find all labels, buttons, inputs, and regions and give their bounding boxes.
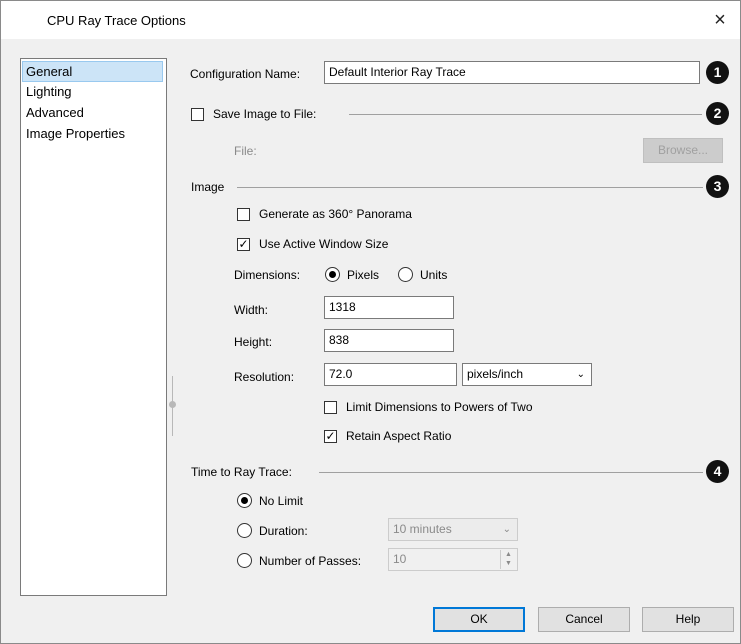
- chevron-down-icon: ⌄: [576, 369, 585, 380]
- powers-of-two-label: Limit Dimensions to Powers of Two: [346, 400, 533, 414]
- passes-input[interactable]: 10 ▲ ▼: [388, 548, 518, 571]
- duration-select[interactable]: 10 minutes ⌄: [388, 518, 518, 541]
- callout-badge-1: 1: [706, 61, 729, 84]
- height-label: Height:: [234, 335, 273, 349]
- resolution-input[interactable]: 72.0: [324, 363, 457, 386]
- chevron-down-icon: ⌄: [502, 524, 511, 535]
- category-list: General Lighting Advanced Image Properti…: [20, 58, 167, 596]
- aspect-ratio-label: Retain Aspect Ratio: [346, 429, 452, 443]
- callout-badge-3: 3: [706, 175, 729, 198]
- checkmark-icon: ✓: [238, 237, 249, 251]
- ok-button[interactable]: OK: [433, 607, 525, 632]
- image-section-heading: Image: [191, 180, 225, 194]
- save-image-checkbox[interactable]: [191, 108, 204, 121]
- units-radio[interactable]: [398, 267, 413, 282]
- help-button[interactable]: Help: [642, 607, 734, 632]
- units-label: Units: [420, 268, 448, 282]
- time-section-heading: Time to Ray Trace:: [191, 465, 292, 479]
- duration-label: Duration:: [259, 524, 308, 538]
- callout-badge-2: 2: [706, 102, 729, 125]
- file-label: File:: [234, 144, 257, 158]
- resolution-label: Resolution:: [234, 370, 295, 384]
- width-input[interactable]: 1318: [324, 296, 454, 319]
- image-divider: [237, 187, 703, 188]
- spin-up-icon[interactable]: ▲: [501, 550, 516, 559]
- duration-radio[interactable]: [237, 523, 252, 538]
- callout-badge-4: 4: [706, 460, 729, 483]
- dialog-window: CPU Ray Trace Options × General Lighting…: [0, 0, 741, 644]
- no-limit-radio[interactable]: [237, 493, 252, 508]
- panorama-checkbox[interactable]: [237, 208, 250, 221]
- resolution-unit-value: pixels/inch: [467, 367, 524, 381]
- pixels-radio[interactable]: [325, 267, 340, 282]
- active-window-label: Use Active Window Size: [259, 237, 389, 251]
- browse-button[interactable]: Browse...: [643, 138, 723, 163]
- config-name-input[interactable]: Default Interior Ray Trace: [324, 61, 700, 84]
- dimensions-label: Dimensions:: [234, 268, 301, 282]
- dialog-title: CPU Ray Trace Options: [47, 13, 186, 28]
- sidebar-item-lighting[interactable]: Lighting: [23, 82, 162, 101]
- no-limit-label: No Limit: [259, 494, 304, 508]
- height-input[interactable]: 838: [324, 329, 454, 352]
- duration-value: 10 minutes: [393, 522, 452, 536]
- sidebar-item-advanced[interactable]: Advanced: [23, 103, 162, 122]
- config-name-label: Configuration Name:: [190, 67, 301, 81]
- save-divider: [349, 114, 702, 115]
- spin-down-icon[interactable]: ▼: [501, 559, 516, 568]
- cancel-button[interactable]: Cancel: [538, 607, 630, 632]
- aspect-ratio-checkbox[interactable]: ✓: [324, 430, 337, 443]
- passes-radio[interactable]: [237, 553, 252, 568]
- sidebar-item-image-properties[interactable]: Image Properties: [23, 124, 162, 143]
- panorama-label: Generate as 360° Panorama: [259, 207, 412, 221]
- active-window-checkbox[interactable]: ✓: [237, 238, 250, 251]
- pixels-label: Pixels: [347, 268, 380, 282]
- close-icon[interactable]: ×: [707, 7, 733, 33]
- passes-spinner[interactable]: ▲ ▼: [500, 550, 516, 569]
- width-label: Width:: [234, 303, 269, 317]
- powers-of-two-checkbox[interactable]: [324, 401, 337, 414]
- passes-label: Number of Passes:: [259, 554, 362, 568]
- save-image-label: Save Image to File:: [213, 107, 317, 121]
- resolution-unit-select[interactable]: pixels/inch ⌄: [462, 363, 592, 386]
- passes-value: 10: [393, 552, 407, 566]
- checkmark-icon: ✓: [325, 429, 336, 443]
- sidebar-item-general[interactable]: General: [22, 61, 163, 82]
- time-divider: [319, 472, 703, 473]
- title-bar: CPU Ray Trace Options ×: [1, 1, 740, 39]
- splitter-grip[interactable]: [169, 401, 176, 408]
